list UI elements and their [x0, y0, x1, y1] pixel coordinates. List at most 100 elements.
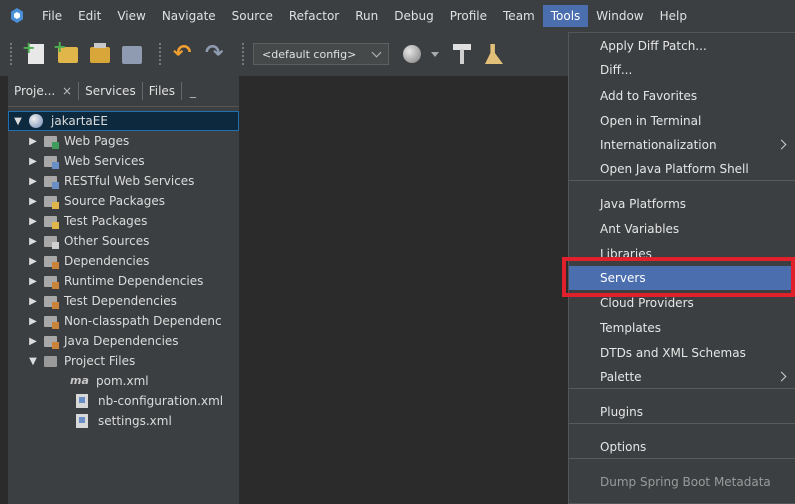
folder-icon [44, 175, 59, 189]
collapsed-chevron-icon[interactable]: ▶ [28, 196, 38, 207]
folder-icon [44, 135, 59, 149]
tree-file-pom[interactable]: ma pom.xml [8, 371, 239, 391]
menu-team[interactable]: Team [495, 5, 543, 27]
tree-node[interactable]: ▶ Non-classpath Dependenc [8, 311, 239, 331]
menu-item-internationalization[interactable]: Internationalization [569, 133, 795, 157]
menu-item-label: Open in Terminal [600, 114, 702, 128]
new-project-icon [53, 37, 78, 63]
save-all-button[interactable] [119, 41, 145, 67]
minimize-icon[interactable]: _ [182, 84, 204, 98]
expanded-chevron-icon[interactable]: ▼ [13, 116, 23, 127]
menu-item-dump-spring-boot-metadata[interactable]: Dump Spring Boot Metadata [569, 470, 795, 494]
menu-refactor[interactable]: Refactor [281, 5, 347, 27]
collapsed-chevron-icon[interactable]: ▶ [28, 276, 38, 287]
redo-button[interactable]: ↷ [202, 41, 228, 67]
tab-files[interactable]: Files [143, 76, 181, 106]
collapsed-chevron-icon[interactable]: ▶ [28, 316, 38, 327]
tree-node[interactable]: ▶ RESTful Web Services [8, 171, 239, 191]
menu-item-diff[interactable]: Diff... [569, 58, 795, 82]
tree-node[interactable]: ▶ Source Packages [8, 191, 239, 211]
tree-node[interactable]: ▶ Test Dependencies [8, 291, 239, 311]
tree-node[interactable]: ▶ Web Services [8, 151, 239, 171]
folder-badge-icon [52, 161, 59, 169]
folder-badge-icon [52, 141, 59, 149]
xml-file-icon [76, 414, 88, 428]
menu-file[interactable]: File [34, 5, 70, 27]
menu-navigate[interactable]: Navigate [154, 5, 224, 27]
menu-item-options[interactable]: Options [569, 435, 795, 459]
build-button[interactable] [449, 41, 475, 67]
tab-projects[interactable]: Proje... × [8, 76, 78, 106]
collapsed-chevron-icon[interactable]: ▶ [28, 216, 38, 227]
collapsed-chevron-icon[interactable]: ▶ [28, 336, 38, 347]
collapsed-chevron-icon[interactable]: ▶ [28, 236, 38, 247]
close-icon[interactable]: × [62, 84, 72, 98]
menu-edit[interactable]: Edit [70, 5, 109, 27]
tab-services[interactable]: Services [79, 76, 142, 106]
toolbar-grip[interactable] [10, 43, 15, 65]
menu-bar: File Edit View Navigate Source Refactor … [0, 0, 795, 32]
expanded-chevron-icon[interactable]: ▼ [28, 356, 38, 367]
folder-badge-icon [52, 321, 59, 329]
collapsed-chevron-icon[interactable]: ▶ [28, 256, 38, 267]
folder-icon [44, 155, 59, 169]
undo-button[interactable]: ↶ [170, 41, 196, 67]
new-project-button[interactable] [53, 37, 81, 67]
tree-node[interactable]: ▶ Test Packages [8, 211, 239, 231]
collapsed-chevron-icon[interactable]: ▶ [28, 136, 38, 147]
tree-root-project[interactable]: ▼ jakartaEE [8, 111, 239, 131]
tree-node[interactable]: ▶ Other Sources [8, 231, 239, 251]
open-project-button[interactable] [87, 41, 113, 67]
menu-separator [569, 388, 795, 389]
menu-separator [569, 180, 795, 181]
menu-item-apply-diff-patch[interactable]: Apply Diff Patch... [569, 34, 795, 58]
dropdown-arrow-icon[interactable] [431, 51, 439, 57]
menu-run[interactable]: Run [347, 5, 386, 27]
tree-node[interactable]: ▶ Dependencies [8, 251, 239, 271]
new-file-button[interactable] [22, 38, 49, 67]
folder-badge-icon [52, 281, 59, 289]
menu-separator [569, 458, 795, 459]
new-file-icon [22, 38, 44, 64]
tree-node-project-files[interactable]: ▼ Project Files [8, 351, 239, 371]
tree-node-label: settings.xml [98, 414, 172, 428]
tree-node-label: Other Sources [64, 234, 150, 248]
menu-window[interactable]: Window [588, 5, 651, 27]
globe-button[interactable] [399, 41, 425, 67]
web-project-icon [29, 114, 43, 128]
collapsed-chevron-icon[interactable]: ▶ [28, 176, 38, 187]
menu-view[interactable]: View [109, 5, 153, 27]
menu-source[interactable]: Source [224, 5, 281, 27]
menu-debug[interactable]: Debug [386, 5, 441, 27]
folder-icon [44, 335, 59, 349]
menu-help[interactable]: Help [652, 5, 695, 27]
menu-item-plugins[interactable]: Plugins [569, 400, 795, 424]
menu-tools[interactable]: Tools [542, 5, 589, 27]
menu-profile[interactable]: Profile [442, 5, 495, 27]
menu-item-add-to-favorites[interactable]: Add to Favorites [569, 84, 795, 108]
menu-item-dtds-and-xml-schemas[interactable]: DTDs and XML Schemas [569, 341, 795, 365]
tree-node[interactable]: ▶ Runtime Dependencies [8, 271, 239, 291]
menu-item-open-in-terminal[interactable]: Open in Terminal [569, 109, 795, 133]
collapsed-chevron-icon[interactable]: ▶ [28, 296, 38, 307]
menu-item-label: Templates [600, 321, 662, 335]
config-select[interactable]: <default config> [253, 43, 389, 65]
tree-node-label: nb-configuration.xml [98, 394, 224, 408]
menu-item-label: Ant Variables [600, 222, 680, 236]
clean-build-button[interactable] [481, 41, 507, 67]
menu-item-java-platforms[interactable]: Java Platforms [569, 192, 795, 216]
collapsed-chevron-icon[interactable]: ▶ [28, 156, 38, 167]
tree-node[interactable]: ▶ Web Pages [8, 131, 239, 151]
globe-icon [403, 45, 421, 63]
menu-item-palette[interactable]: Palette [569, 365, 795, 389]
project-node-list: ▶ Web Pages ▶ Web Services ▶ RESTful Web Serv… [8, 131, 239, 351]
menu-item-ant-variables[interactable]: Ant Variables [569, 217, 795, 241]
menu-item-label: Palette [600, 370, 642, 384]
build-icon [453, 44, 471, 64]
open-project-icon [90, 43, 110, 63]
menu-item-open-java-platform-shell[interactable]: Open Java Platform Shell [569, 157, 795, 181]
tree-file-settings[interactable]: settings.xml [8, 411, 239, 431]
tree-node[interactable]: ▶ Java Dependencies [8, 331, 239, 351]
tree-file-nb-configuration[interactable]: nb-configuration.xml [8, 391, 239, 411]
menu-item-templates[interactable]: Templates [569, 316, 795, 340]
